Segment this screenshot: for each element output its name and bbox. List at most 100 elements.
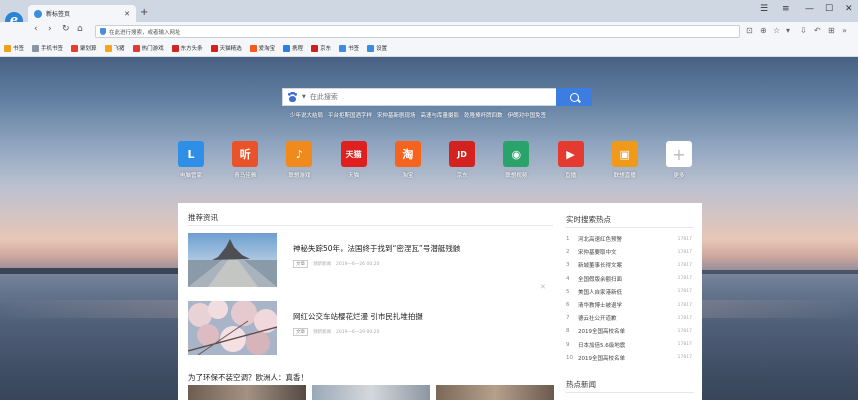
- bookmark-label: 东方头条: [180, 46, 203, 52]
- app-tile-label: 天猫: [348, 173, 360, 179]
- news-thumbnail[interactable]: [188, 385, 306, 400]
- address-bar[interactable]: 在此进行搜索，或者输入网址: [95, 25, 740, 38]
- dismiss-news-icon[interactable]: ✕: [540, 283, 546, 291]
- extension-icon[interactable]: ⊕: [760, 26, 767, 35]
- dropdown-icon[interactable]: ▾: [786, 26, 790, 35]
- bookmark-item[interactable]: 爱淘宝: [249, 44, 276, 52]
- app-tile[interactable]: ◉ 联想视频: [495, 141, 537, 179]
- hot-search-link[interactable]: 高速与库量摄影: [421, 111, 460, 119]
- hot-search-rank: 9: [566, 341, 570, 348]
- minimize-icon[interactable]: —: [805, 4, 814, 14]
- hot-search-row[interactable]: 8 2019全国高校名单 17817: [566, 326, 692, 336]
- bookmark-item[interactable]: 手机书签: [32, 44, 63, 52]
- hot-search-rank: 8: [566, 328, 570, 335]
- app-tile[interactable]: ▶ 直播: [550, 141, 592, 179]
- hot-search-row[interactable]: 10 2019全国高校名单 17817: [566, 353, 692, 363]
- hot-search-links: 少年说大结局 平台拒斯国酒字样 宋仲基新剧现场 高速与库量摄影 乾隆捧杯牌四数 伊朗对中国…: [290, 111, 590, 119]
- feizhu-icon: [104, 44, 112, 52]
- new-tab-button[interactable]: +: [140, 8, 148, 18]
- hot-search-row[interactable]: 5 美国人自家港新低 17817: [566, 287, 692, 297]
- refresh-icon[interactable]: ↻: [62, 24, 70, 34]
- hot-search-row[interactable]: 4 全国假版余额扫面 17817: [566, 274, 692, 284]
- search-box[interactable]: ▼: [282, 88, 558, 106]
- news-headline[interactable]: 为了环保不装空调？欧洲人：真香！: [188, 372, 308, 383]
- app-tile[interactable]: L 电脑管家: [170, 141, 212, 179]
- download-icon[interactable]: ⇩: [800, 26, 807, 35]
- app-tile[interactable]: ▣ 联想直播: [604, 141, 646, 179]
- bookmark-item[interactable]: 天猫精选: [210, 44, 242, 52]
- app-tile-label: 电脑管家: [179, 173, 202, 179]
- search-button[interactable]: [556, 88, 592, 106]
- hot-search-count: 17817: [677, 355, 692, 361]
- hot-search-rank: 6: [566, 302, 570, 308]
- settings-icon: [367, 44, 375, 52]
- back-icon[interactable]: ‹: [34, 24, 38, 34]
- hot-search-row[interactable]: 9 日本加倍5.6级地震 17817: [566, 340, 692, 350]
- tab-new-tab[interactable]: 新标签页 ✕: [28, 5, 136, 22]
- hot-search-text: 全国假版余额扫面: [578, 276, 623, 283]
- bookmark-item[interactable]: 设置: [367, 44, 387, 52]
- news-thumbnail[interactable]: [312, 385, 430, 400]
- skin-icon[interactable]: ☰: [760, 4, 768, 14]
- hot-search-rank: 1: [566, 236, 570, 242]
- hot-search-link[interactable]: 宋仲基新剧现场: [377, 111, 416, 119]
- app-tile-label: 淘宝: [402, 173, 414, 179]
- hot-search-row[interactable]: 1 河北高速红色预警 17817: [566, 234, 692, 244]
- hot-search-row[interactable]: 3 新城董事长得文案 17817: [566, 260, 692, 270]
- hot-search-count: 17817: [677, 302, 692, 308]
- bookmark-item[interactable]: 飞猪: [104, 44, 125, 52]
- hot-search-link[interactable]: 少年说大结局: [290, 111, 323, 119]
- hot-search-link[interactable]: 伊朗对中国免签: [508, 111, 547, 119]
- bookmark-item[interactable]: 聚划算: [71, 44, 97, 52]
- wallpaper-island: [0, 268, 190, 274]
- home-icon[interactable]: ⌂: [77, 24, 83, 34]
- apps-icon[interactable]: ⊞: [828, 26, 835, 35]
- app-tile[interactable]: 淘淘宝: [387, 141, 429, 179]
- close-window-icon[interactable]: ✕: [845, 4, 853, 14]
- app-tile[interactable]: 听青马佳雅: [224, 141, 266, 179]
- screenshot-icon[interactable]: ⊡: [746, 26, 753, 35]
- hot-search-rank: 3: [566, 262, 570, 269]
- app-tile-icon: 听: [232, 141, 259, 167]
- more-icon[interactable]: »: [842, 26, 847, 35]
- bookmark-item[interactable]: 东方头条: [171, 44, 203, 52]
- hot-search-title: 实时搜索热点: [566, 215, 611, 224]
- menu-icon[interactable]: ≡: [782, 4, 790, 14]
- bookmark-item[interactable]: 热门游戏: [132, 44, 164, 52]
- hot-news-title: 热点新闻: [566, 380, 596, 389]
- hot-search-rank: 2: [566, 249, 570, 256]
- favorite-star-icon[interactable]: ☆: [773, 26, 780, 35]
- news-thumbnail[interactable]: [436, 385, 554, 400]
- news-tag: 文章: [293, 260, 308, 268]
- bookmark-item[interactable]: 书签: [339, 44, 359, 52]
- bookmark-item[interactable]: 携程: [283, 44, 303, 52]
- baidu-paw-icon[interactable]: [287, 91, 298, 103]
- undo-icon[interactable]: ↶: [814, 26, 821, 35]
- news-item[interactable]: 网红公交车站樱花烂漫 引市民扎堆拍摄 文章 领新新闻 2019—6—29 00:…: [188, 301, 553, 357]
- address-placeholder: 在此进行搜索，或者输入网址: [109, 29, 181, 36]
- bookmark-item[interactable]: 书签: [4, 44, 24, 52]
- hot-search-row[interactable]: 7 德云社公开道歉 17817: [566, 313, 692, 323]
- app-tile[interactable]: JD 京东: [441, 141, 483, 179]
- bookmark-label: 爱淘宝: [258, 46, 276, 52]
- hot-search-text: 2019全国高校名单: [578, 329, 625, 336]
- bookmark-item[interactable]: 京东: [311, 44, 331, 52]
- app-tile-icon: +: [665, 141, 692, 167]
- tab-close-icon[interactable]: ✕: [124, 10, 130, 18]
- hot-search-count: 17817: [677, 236, 692, 242]
- hot-search-row[interactable]: 2 宋仲基要取中文 17817: [566, 247, 692, 257]
- app-tile[interactable]: 天猫 天猫: [333, 141, 375, 179]
- search-input[interactable]: [309, 93, 557, 101]
- news-headline[interactable]: 网红公交车站樱花烂漫 引市民扎堆拍摄: [293, 311, 423, 322]
- news-headline[interactable]: 神秘失踪50年，法国终于找到“密涅瓦”号潜艇残骸: [293, 243, 460, 254]
- forward-icon[interactable]: ›: [48, 24, 52, 34]
- hot-search-link[interactable]: 平台拒斯国酒字样: [328, 111, 372, 119]
- news-item[interactable]: 神秘失踪50年，法国终于找到“密涅瓦”号潜艇残骸 文章 领新新闻 2019—6—…: [188, 233, 553, 289]
- app-tile[interactable]: ♪ 联想游戏: [278, 141, 320, 179]
- engine-dropdown-icon[interactable]: ▼: [302, 94, 306, 100]
- app-tile[interactable]: + 更多: [658, 141, 700, 179]
- hot-search-row[interactable]: 6 清华教博士被退学 17817: [566, 300, 692, 310]
- maximize-icon[interactable]: ☐: [825, 4, 833, 14]
- news-source: 领新新闻: [313, 262, 331, 267]
- hot-search-link[interactable]: 乾隆捧杯牌四数: [464, 111, 503, 119]
